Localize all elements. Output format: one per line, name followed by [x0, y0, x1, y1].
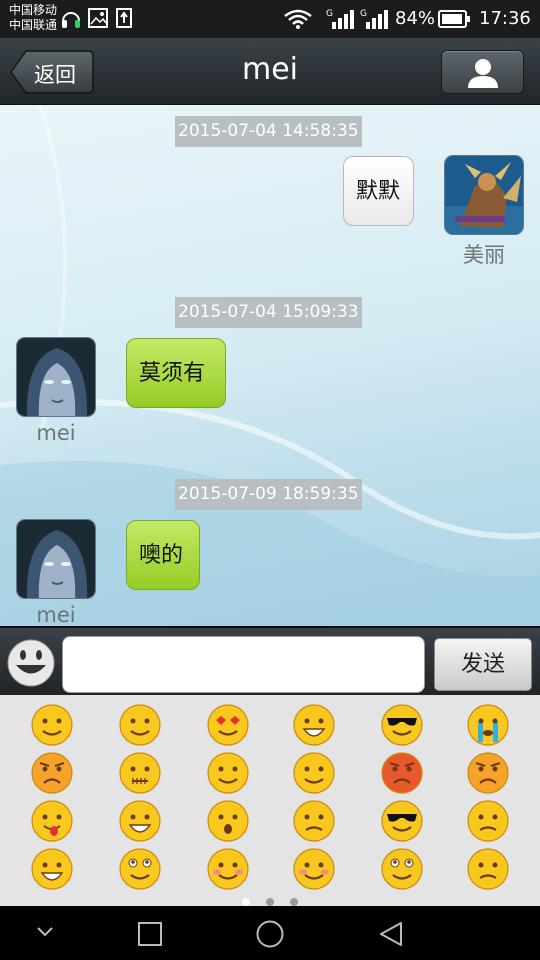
emoji-smug-icon[interactable] — [206, 751, 250, 795]
signal-2-icon: G — [360, 9, 388, 29]
emoji-tongue-icon[interactable] — [30, 799, 74, 843]
message-bubble[interactable]: 默默 — [343, 156, 414, 226]
message-bubble[interactable]: 莫须有 — [126, 338, 226, 408]
smiley-icon[interactable] — [6, 638, 56, 688]
message-timestamp: 2015-07-04 15:09:33 — [175, 297, 362, 328]
emoji-drool-icon[interactable] — [118, 847, 162, 891]
chat-area[interactable]: 2015-07-04 14:58:35 美丽 默默 2015-07-04 15:… — [0, 105, 540, 626]
emoji-cool-icon[interactable] — [380, 703, 424, 747]
emoji-zipped-icon[interactable] — [118, 751, 162, 795]
hide-icon[interactable] — [36, 926, 54, 938]
emoji-sweat-smile-icon[interactable] — [118, 703, 162, 747]
input-bar: 发送 — [0, 626, 540, 695]
message-text: 噢的 — [139, 543, 184, 568]
signal-icon: G — [326, 9, 354, 29]
emoji-heart-eyes-icon[interactable] — [206, 703, 250, 747]
upload-icon — [116, 8, 132, 28]
warrior-avatar-image — [445, 156, 523, 234]
sender-name: mei — [36, 603, 76, 626]
emoji-cry-icon[interactable] — [466, 703, 510, 747]
message-text: 莫须有 — [139, 361, 206, 386]
avatar-contact[interactable] — [16, 519, 96, 599]
battery-percent: 84% — [395, 8, 436, 29]
battery-icon — [438, 10, 470, 28]
svg-text:G: G — [360, 9, 367, 19]
emoji-scream-icon[interactable] — [30, 847, 74, 891]
emoji-frown-icon[interactable] — [292, 799, 336, 843]
elf-avatar-image — [17, 520, 95, 598]
page-dot-active[interactable] — [242, 898, 250, 906]
message-timestamp: 2015-07-09 18:59:35 — [175, 479, 362, 510]
carrier-names: 中国移动 中国联通 — [9, 3, 57, 33]
emoji-embarrassed-icon[interactable] — [466, 799, 510, 843]
status-bar: 中国移动 中国联通 G G 84% 17:36 — [0, 0, 540, 38]
carrier-1: 中国移动 — [9, 3, 58, 17]
emoji-mad-icon[interactable] — [466, 751, 510, 795]
emoji-dizzy-icon[interactable] — [292, 751, 336, 795]
emoji-grin-icon[interactable] — [118, 799, 162, 843]
emoji-angry-red-icon[interactable] — [30, 751, 74, 795]
message-text: 默默 — [356, 179, 401, 204]
clock: 17:36 — [479, 8, 531, 29]
picture-icon — [88, 8, 108, 28]
message-timestamp: 2015-07-04 14:58:35 — [175, 116, 362, 147]
page-dot[interactable] — [266, 898, 274, 906]
wifi-icon — [284, 9, 312, 29]
emoji-puzzled-icon[interactable] — [466, 847, 510, 891]
title-bar: 返回 mei — [0, 38, 540, 105]
back-button[interactable]: 返回 — [10, 50, 94, 94]
profile-button[interactable] — [441, 50, 524, 94]
nav-bar — [0, 906, 540, 960]
emoji-villain-icon[interactable] — [380, 799, 424, 843]
message-bubble[interactable]: 噢的 — [126, 520, 200, 590]
emoji-look-up-icon[interactable] — [380, 847, 424, 891]
svg-text:G: G — [326, 9, 333, 19]
emoji-panel — [0, 695, 540, 906]
sender-name: mei — [36, 421, 76, 445]
carrier-2: 中国联通 — [9, 18, 58, 32]
emoji-angry-dark-icon[interactable] — [380, 751, 424, 795]
avatar-contact[interactable] — [16, 337, 96, 417]
home-icon[interactable] — [255, 919, 285, 949]
emoji-blush-icon[interactable] — [292, 847, 336, 891]
emoji-smile-icon[interactable] — [30, 703, 74, 747]
send-button[interactable]: 发送 — [434, 638, 532, 691]
person-icon — [468, 59, 498, 88]
emoji-sweat-icon[interactable] — [292, 703, 336, 747]
emoji-shy-icon[interactable] — [206, 847, 250, 891]
avatar-self[interactable] — [444, 155, 524, 235]
page-title: mei — [241, 52, 298, 87]
emoji-surprised-icon[interactable] — [206, 799, 250, 843]
message-input[interactable] — [62, 636, 425, 693]
back-icon[interactable] — [377, 920, 405, 948]
back-button-label: 返回 — [34, 63, 76, 87]
headset-icon — [62, 12, 80, 28]
recents-icon[interactable] — [137, 921, 163, 947]
elf-avatar-image — [17, 338, 95, 416]
sender-name: 美丽 — [463, 243, 505, 267]
page-indicator — [0, 896, 540, 906]
page-dot[interactable] — [290, 898, 298, 906]
